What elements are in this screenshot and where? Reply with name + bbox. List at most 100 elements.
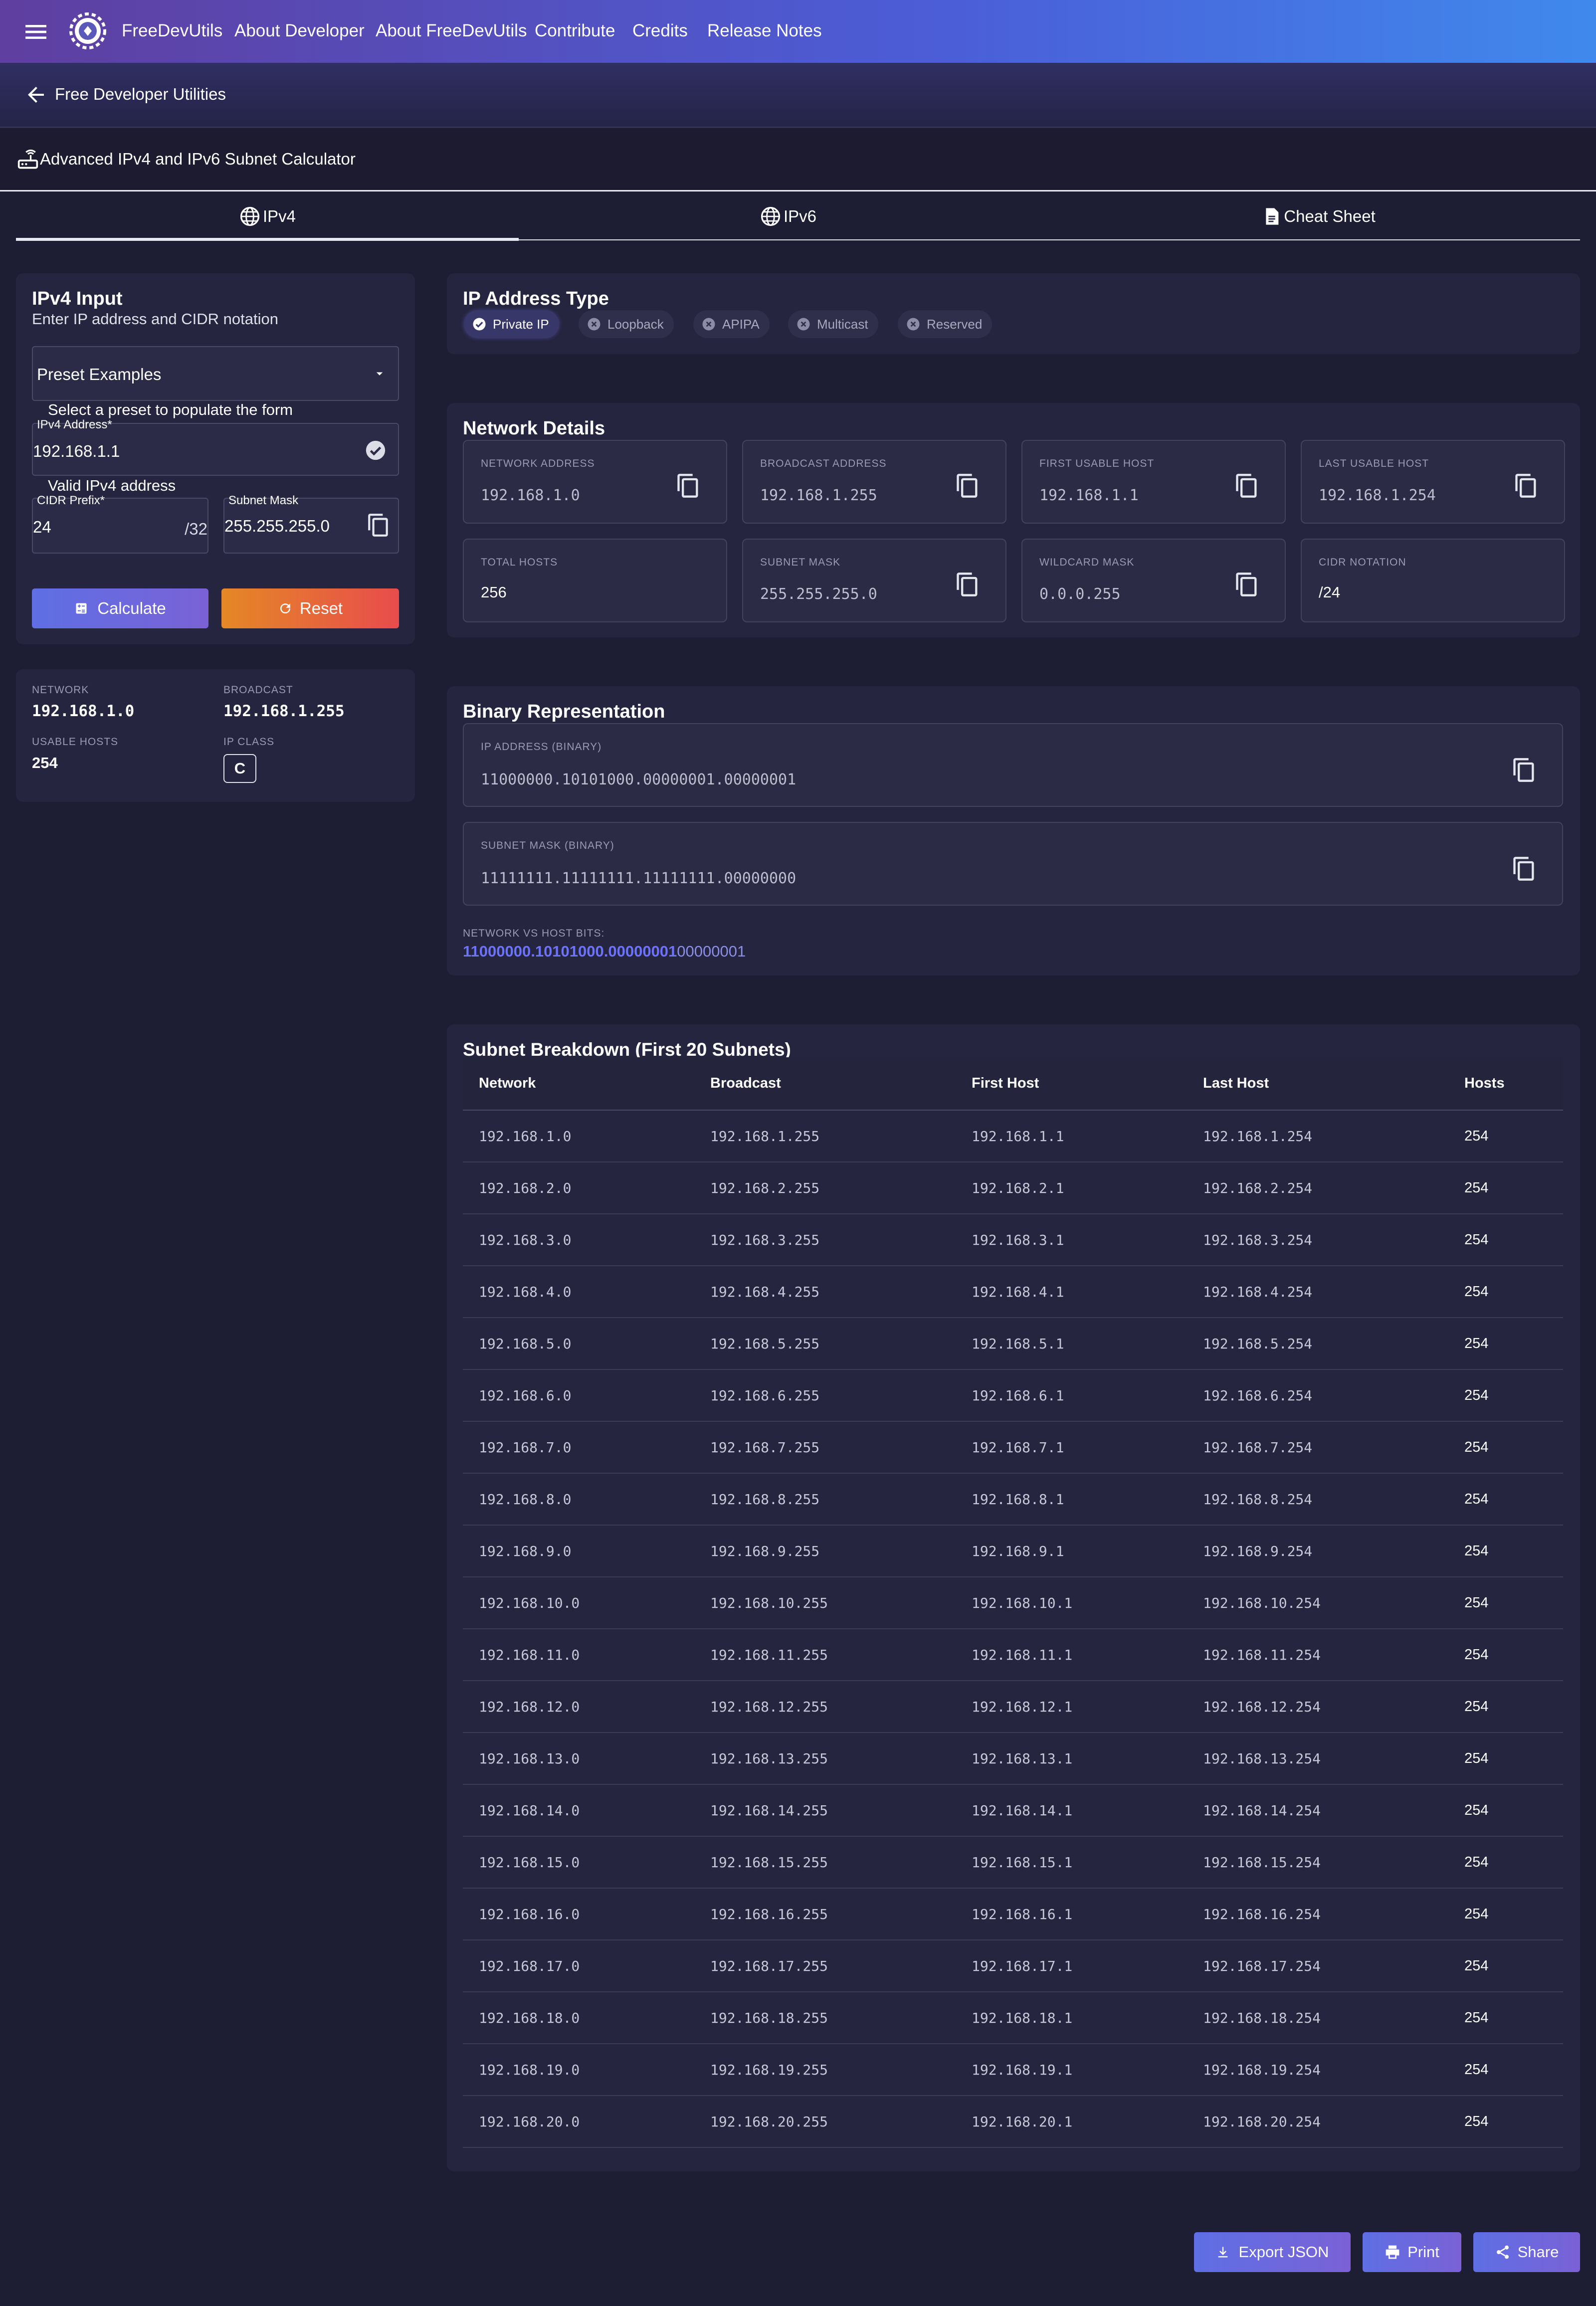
chip-label: APIPA bbox=[722, 316, 760, 332]
mask-binary-label: Subnet Mask (Binary) bbox=[481, 840, 614, 851]
table-cell: 192.168.1.0 bbox=[463, 1110, 694, 1162]
subnet-mask-field[interactable]: Subnet Mask 255.255.255.0 bbox=[223, 494, 399, 554]
back-arrow-icon[interactable] bbox=[24, 83, 48, 107]
cidr-suffix: /32 bbox=[185, 520, 207, 538]
preset-helper-text: Select a preset to populate the form bbox=[48, 401, 293, 418]
copy-icon[interactable] bbox=[1234, 473, 1260, 499]
detail-value: 256 bbox=[481, 583, 507, 601]
table-cell: 192.168.5.0 bbox=[463, 1318, 694, 1370]
tab-label: Cheat Sheet bbox=[1284, 207, 1376, 225]
ip-class-label: IP Class bbox=[223, 736, 275, 748]
usable-hosts-value: 254 bbox=[32, 754, 58, 771]
nav-about-freedevutils[interactable]: About FreeDevUtils bbox=[376, 21, 527, 41]
table-cell: 192.168.3.0 bbox=[463, 1214, 694, 1266]
table-cell: 192.168.13.1 bbox=[956, 1732, 1187, 1785]
column-header: Last Host bbox=[1187, 1057, 1448, 1111]
table-cell: 254 bbox=[1448, 1214, 1563, 1266]
nav-release-notes[interactable]: Release Notes bbox=[707, 21, 822, 41]
column-header: Hosts bbox=[1448, 1057, 1563, 1111]
globe-icon bbox=[240, 206, 260, 226]
share-label: Share bbox=[1517, 2243, 1559, 2261]
copy-icon[interactable] bbox=[675, 473, 701, 499]
brand-name[interactable]: FreeDevUtils bbox=[122, 21, 222, 41]
ipv4-address-field[interactable]: IPv4 Address* 192.168.1.1 bbox=[32, 418, 399, 476]
copy-icon[interactable] bbox=[1234, 572, 1260, 597]
table-cell: 192.168.1.1 bbox=[956, 1110, 1187, 1162]
preset-value: Preset Examples bbox=[37, 365, 162, 384]
table-cell: 192.168.6.255 bbox=[694, 1369, 956, 1422]
detail-label: Broadcast Address bbox=[760, 458, 887, 469]
tab-bar: IPv4 IPv6 Cheat Sheet bbox=[16, 192, 1580, 241]
wildcard-mask-box: Wildcard Mask 0.0.0.255 bbox=[1021, 539, 1286, 622]
table-cell: 192.168.17.254 bbox=[1187, 1940, 1448, 1992]
table-cell: 192.168.15.255 bbox=[694, 1836, 956, 1889]
chip-label: Reserved bbox=[927, 316, 983, 332]
table-cell: 192.168.12.254 bbox=[1187, 1681, 1448, 1733]
ip-class-badge: C bbox=[223, 754, 256, 783]
print-label: Print bbox=[1407, 2243, 1439, 2261]
copy-icon[interactable] bbox=[1511, 856, 1537, 882]
chip-label: Multicast bbox=[817, 316, 868, 332]
table-cell: 192.168.5.255 bbox=[694, 1318, 956, 1370]
cidr-prefix-field[interactable]: CIDR Prefix* 24 /32 bbox=[32, 494, 208, 554]
globe-icon bbox=[761, 206, 781, 226]
table-cell: 192.168.5.254 bbox=[1187, 1318, 1448, 1370]
reset-button[interactable]: Reset bbox=[221, 588, 399, 628]
copy-icon[interactable] bbox=[955, 572, 981, 597]
menu-icon[interactable] bbox=[22, 18, 50, 46]
cidr-prefix-input[interactable]: 24 bbox=[33, 518, 51, 537]
gear-logo-icon[interactable] bbox=[68, 11, 108, 51]
copy-icon[interactable] bbox=[955, 473, 981, 499]
table-row: 192.168.10.0 192.168.10.255 192.168.10.1 19… bbox=[463, 1577, 1563, 1629]
nav-contribute[interactable]: Contribute bbox=[535, 21, 615, 41]
table-cell: 192.168.11.254 bbox=[1187, 1629, 1448, 1681]
table-row: 192.168.3.0 192.168.3.255 192.168.3.1 192.1… bbox=[463, 1214, 1563, 1266]
table-cell: 192.168.2.1 bbox=[956, 1162, 1187, 1214]
network-details-title: Network Details bbox=[463, 418, 605, 439]
table-cell: 192.168.2.0 bbox=[463, 1162, 694, 1214]
table-cell: 192.168.1.254 bbox=[1187, 1110, 1448, 1162]
preset-select[interactable]: Preset Examples bbox=[32, 346, 399, 401]
calculate-button[interactable]: Calculate bbox=[32, 588, 208, 628]
subnet-mask-input[interactable]: 255.255.255.0 bbox=[224, 517, 330, 536]
table-cell: 192.168.14.0 bbox=[463, 1784, 694, 1837]
table-row: 192.168.19.0 192.168.19.255 192.168.19.1 19… bbox=[463, 2044, 1563, 2096]
print-button[interactable]: Print bbox=[1363, 2232, 1461, 2272]
copy-icon[interactable] bbox=[1513, 473, 1539, 499]
tab-label: IPv4 bbox=[262, 207, 296, 225]
table-cell: 192.168.14.255 bbox=[694, 1784, 956, 1837]
share-button[interactable]: Share bbox=[1473, 2232, 1580, 2272]
printer-icon bbox=[1386, 2245, 1399, 2259]
ipv4-address-input[interactable]: 192.168.1.1 bbox=[33, 442, 120, 461]
table-cell: 192.168.13.0 bbox=[463, 1732, 694, 1785]
table-cell: 192.168.11.0 bbox=[463, 1629, 694, 1681]
chip-label: Loopback bbox=[607, 316, 664, 332]
cancel-circle-icon bbox=[797, 318, 810, 331]
back-link[interactable]: Free Developer Utilities bbox=[55, 85, 226, 104]
table-cell: 192.168.8.255 bbox=[694, 1473, 956, 1526]
export-json-button[interactable]: Export JSON bbox=[1194, 2232, 1351, 2272]
copy-icon[interactable] bbox=[366, 513, 391, 538]
tab-ipv6[interactable]: IPv6 bbox=[519, 192, 1057, 240]
table-cell: 192.168.20.0 bbox=[463, 2096, 694, 2148]
table-cell: 254 bbox=[1448, 2096, 1563, 2148]
nav-credits[interactable]: Credits bbox=[632, 21, 688, 41]
app-bar: FreeDevUtils About Developer About FreeD… bbox=[0, 0, 1596, 63]
tab-ipv4[interactable]: IPv4 bbox=[16, 192, 519, 240]
check-circle-icon bbox=[473, 318, 486, 331]
table-row: 192.168.2.0 192.168.2.255 192.168.2.1 192.1… bbox=[463, 1162, 1563, 1214]
detail-value: 192.168.1.255 bbox=[760, 487, 877, 504]
table-cell: 192.168.3.1 bbox=[956, 1214, 1187, 1266]
copy-icon[interactable] bbox=[1511, 757, 1537, 783]
ipv4-input-card: IPv4 Input Enter IP address and CIDR not… bbox=[16, 273, 415, 644]
table-cell: 254 bbox=[1448, 1421, 1563, 1474]
table-cell: 192.168.18.0 bbox=[463, 1992, 694, 2044]
tab-cheat-sheet[interactable]: Cheat Sheet bbox=[1057, 192, 1580, 240]
download-icon bbox=[1218, 2247, 1227, 2258]
table-cell: 192.168.12.1 bbox=[956, 1681, 1187, 1733]
table-cell: 254 bbox=[1448, 1266, 1563, 1318]
table-cell: 192.168.10.0 bbox=[463, 1577, 694, 1629]
nav-about-developer[interactable]: About Developer bbox=[234, 21, 365, 41]
total-hosts-box: Total Hosts 256 bbox=[463, 539, 727, 622]
table-cell: 254 bbox=[1448, 1681, 1563, 1733]
